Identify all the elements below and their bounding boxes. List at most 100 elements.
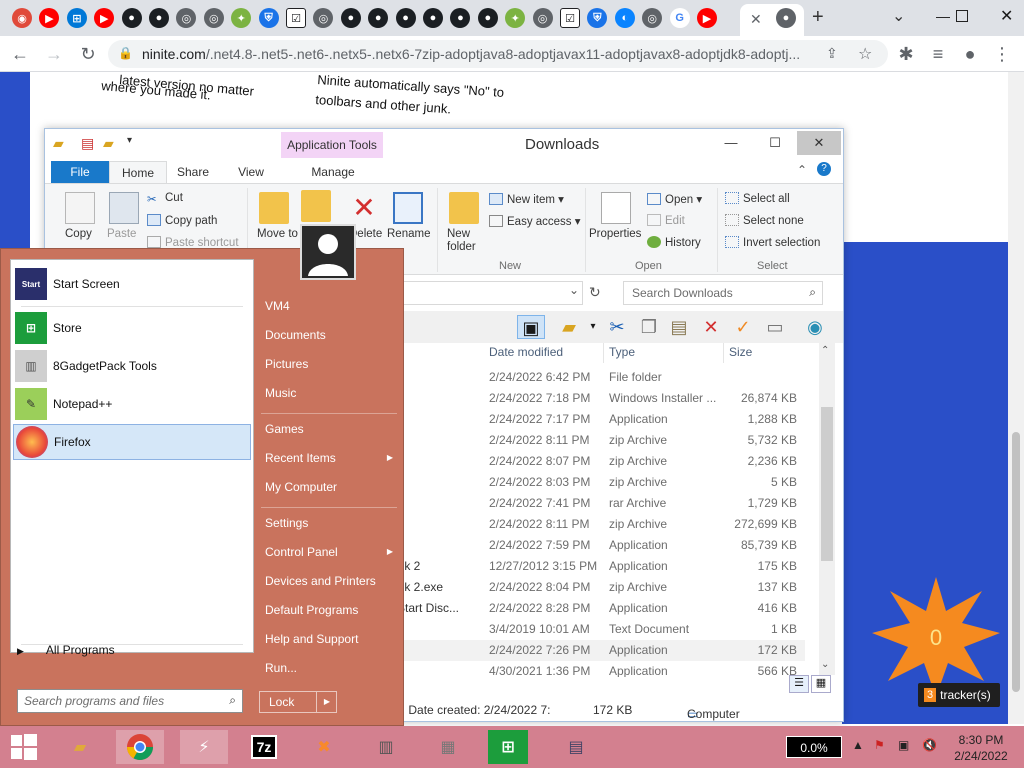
ninite-tab-favicon-icon[interactable]: ✦: [231, 8, 252, 28]
window-close-icon[interactable]: ✕: [1000, 6, 1013, 26]
all-programs-button[interactable]: ▶ All Programs: [17, 643, 115, 657]
new-folder-icon[interactable]: [449, 192, 479, 224]
youtube-tab-favicon-icon[interactable]: ▶: [94, 8, 115, 28]
new-tab-button[interactable]: +: [812, 6, 824, 29]
cut-button[interactable]: ✂ Cut: [147, 192, 183, 206]
copy-toolbar-icon[interactable]: ❐: [637, 315, 661, 339]
network-icon[interactable]: ▣: [898, 738, 909, 752]
start-place-vm4[interactable]: VM4: [265, 299, 399, 313]
paste-toolbar-icon[interactable]: ▤: [667, 315, 691, 339]
url-text[interactable]: ninite.com/.net4.8-.net5-.net6-.netx5-.n…: [142, 46, 822, 62]
copy-to-icon[interactable]: [301, 190, 331, 222]
7zip-taskbar-icon[interactable]: 7z: [240, 730, 288, 764]
xampp-taskbar-icon[interactable]: ✖: [300, 730, 348, 764]
rename-icon[interactable]: [393, 192, 423, 224]
move-to-button[interactable]: Move to: [257, 228, 298, 240]
globe-tab-favicon-icon[interactable]: ◎: [176, 8, 197, 28]
volume-muted-icon[interactable]: 🔇: [922, 738, 937, 752]
properties-quick-icon[interactable]: ▤: [81, 135, 94, 152]
delete-icon[interactable]: ✕: [349, 192, 379, 224]
chrome-tab-favicon-icon[interactable]: ◉: [12, 8, 32, 28]
explorer-maximize-icon[interactable]: ☐: [753, 131, 797, 155]
reload-icon[interactable]: ↻: [76, 42, 100, 66]
checkmark-toolbar-icon[interactable]: ✓: [731, 315, 755, 339]
firewall-taskbar-icon[interactable]: ▦: [424, 730, 472, 764]
quick-access-dropdown-icon[interactable]: ▾: [127, 135, 132, 146]
github-tab-favicon-icon[interactable]: ●: [149, 8, 169, 28]
application-tools-tab[interactable]: Application Tools: [281, 132, 383, 158]
start-place-music[interactable]: Music: [265, 386, 399, 400]
globe-tab-favicon-icon[interactable]: ◎: [203, 8, 224, 28]
web-scrollbar[interactable]: [1008, 72, 1024, 724]
start-item-start-screen[interactable]: Start Start Screen: [13, 266, 251, 302]
extensions-icon[interactable]: ✱: [894, 42, 918, 66]
history-button[interactable]: History: [647, 236, 701, 249]
star-bookmark-icon[interactable]: ☆: [858, 44, 872, 64]
help-icon[interactable]: ?: [817, 162, 831, 176]
start-place-pictures[interactable]: Pictures: [265, 357, 399, 371]
details-view-icon[interactable]: ☰: [789, 675, 809, 693]
start-place-default-programs[interactable]: Default Programs: [265, 603, 399, 617]
tab-home[interactable]: Home: [109, 161, 167, 183]
minimize-icon[interactable]: —: [936, 8, 950, 24]
chrome-taskbar-icon[interactable]: [116, 730, 164, 764]
github-tab-favicon-icon[interactable]: ●: [477, 8, 498, 28]
preview-pane-icon[interactable]: ▣: [517, 315, 545, 339]
taskbar-clock[interactable]: 8:30 PM 2/24/2022: [946, 732, 1016, 764]
globe-toolbar-icon[interactable]: ◉: [803, 315, 827, 339]
paste-button[interactable]: Paste: [107, 228, 136, 240]
github-tab-favicon-icon[interactable]: ●: [395, 8, 416, 28]
store-taskbar-icon[interactable]: ⊞: [488, 730, 528, 764]
check-tab-favicon-icon[interactable]: ☑: [560, 8, 580, 28]
copy-button[interactable]: Copy: [65, 228, 92, 240]
google-tab-favicon-icon[interactable]: G: [669, 8, 690, 28]
column-size[interactable]: Size: [729, 345, 752, 359]
invert-selection-button[interactable]: Invert selection: [725, 236, 820, 249]
windows-start-icon[interactable]: [0, 730, 48, 764]
edit-button[interactable]: Edit: [647, 214, 685, 227]
tab-search-chevron-icon[interactable]: ⌄: [892, 6, 905, 26]
globe-icon[interactable]: ●: [776, 8, 796, 28]
forward-icon[interactable]: →: [42, 42, 66, 66]
tray-expand-icon[interactable]: ▲: [852, 738, 864, 752]
start-item-store[interactable]: ⊞ Store: [13, 310, 251, 346]
windows-tab-favicon-icon[interactable]: ⊞: [66, 8, 87, 28]
copy-icon[interactable]: [65, 192, 95, 224]
winamp-taskbar-icon[interactable]: ⚡: [180, 730, 228, 764]
github-tab-favicon-icon[interactable]: ●: [450, 8, 471, 28]
start-place-recent-items[interactable]: Recent Items ▶: [265, 451, 399, 465]
user-avatar[interactable]: [300, 224, 356, 280]
youtube-tab-favicon-icon[interactable]: ▶: [697, 8, 717, 28]
globe-tab-favicon-icon[interactable]: ◎: [642, 8, 663, 28]
start-place-games[interactable]: Games: [265, 422, 399, 436]
folder-options-dropdown-icon[interactable]: ▾: [581, 315, 605, 339]
search-downloads-input[interactable]: Search Downloads ⌕: [623, 281, 823, 305]
start-place-devices-and-printers[interactable]: Devices and Printers: [265, 574, 399, 588]
delete-toolbar-icon[interactable]: ✕: [699, 315, 723, 339]
tab-view[interactable]: View: [229, 161, 273, 183]
start-place-help-and-support[interactable]: Help and Support: [265, 632, 399, 646]
paste-icon[interactable]: [109, 192, 139, 224]
folder-options-icon[interactable]: ▰: [557, 315, 581, 339]
media-icon[interactable]: ≡: [926, 42, 950, 66]
start-item-8gadgetpack[interactable]: ▥ 8GadgetPack Tools: [13, 348, 251, 384]
start-search-input[interactable]: Search programs and files ⌕: [17, 689, 243, 713]
tab-file[interactable]: File: [51, 161, 109, 183]
new-item-button[interactable]: New item ▾: [489, 192, 564, 206]
rename-toolbar-icon[interactable]: ▭: [763, 315, 787, 339]
address-dropdown-icon[interactable]: ⌄: [569, 283, 579, 297]
back-icon[interactable]: ←: [8, 42, 32, 66]
ninite-tab-favicon-icon[interactable]: ✦: [505, 8, 526, 28]
copy-path-button[interactable]: Copy path: [147, 214, 217, 227]
column-type[interactable]: Type: [609, 345, 635, 359]
tab-close-icon[interactable]: ✕: [750, 11, 762, 28]
web-scrollbar-thumb[interactable]: [1012, 432, 1020, 692]
github-tab-favicon-icon[interactable]: ●: [340, 8, 361, 28]
properties-button[interactable]: Properties: [589, 228, 641, 240]
select-all-button[interactable]: Select all: [725, 192, 790, 205]
share-icon[interactable]: ⇪: [826, 45, 838, 62]
shield-tab-favicon-icon[interactable]: ⛨: [587, 8, 608, 28]
file-explorer-taskbar-icon[interactable]: ▰: [56, 730, 104, 764]
new-folder-quick-icon[interactable]: ▰: [103, 135, 114, 152]
easy-access-button[interactable]: Easy access ▾: [489, 214, 581, 228]
